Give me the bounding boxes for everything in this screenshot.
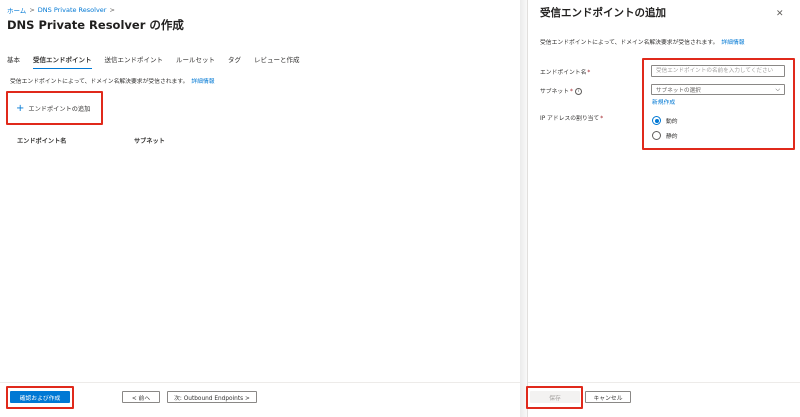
radio-static-label: 静的 <box>666 134 678 140</box>
required-mark: * <box>600 116 604 122</box>
add-endpoint-button[interactable]: + エンドポイントの追加 <box>16 102 91 114</box>
inbound-description: 受信エンドポイントによって、ドメイン名解決要求が受信されます。 詳細情報 <box>10 76 215 85</box>
endpoint-name-label-text: エンドポイント名 <box>540 70 587 76</box>
subnet-label-text: サブネット <box>540 89 569 95</box>
tab-review-create[interactable]: レビューと作成 <box>254 54 300 69</box>
panel-learn-more-link[interactable]: 詳細情報 <box>721 40 744 46</box>
required-mark: * <box>587 70 591 76</box>
ip-dynamic-option[interactable]: 動的 <box>652 116 678 125</box>
close-icon[interactable]: ✕ <box>776 9 784 19</box>
add-endpoint-label: エンドポイントの追加 <box>28 106 91 113</box>
radio-dynamic-label: 動的 <box>666 119 678 125</box>
breadcrumb-dns-private-resolver[interactable]: DNS Private Resolver <box>38 6 107 14</box>
column-header-subnet[interactable]: サブネット <box>134 136 165 145</box>
breadcrumb-separator: > <box>29 6 35 14</box>
panel-description: 受信エンドポイントによって、ドメイン名解決要求が受信されます。 詳細情報 <box>540 37 745 46</box>
endpoint-name-input[interactable] <box>651 65 785 77</box>
tab-tags[interactable]: タグ <box>228 54 241 69</box>
learn-more-link[interactable]: 詳細情報 <box>191 79 214 85</box>
column-header-endpoint-name[interactable]: エンドポイント名 <box>17 136 67 145</box>
more-options-icon[interactable]: ··· <box>150 19 161 28</box>
review-create-button[interactable]: 確認および作成 <box>10 391 70 403</box>
ip-assignment-label: IP アドレスの割り当て* <box>540 113 603 122</box>
wizard-tabs: 基本 受信エンドポイント 送信エンドポイント ルールセット タグ レビューと作成 <box>7 54 313 69</box>
ip-static-option[interactable]: 静的 <box>652 131 678 140</box>
panel-footer-divider <box>528 382 800 383</box>
breadcrumb: ホーム > DNS Private Resolver > <box>7 5 115 15</box>
next-outbound-endpoints-button[interactable]: 次: Outbound Endpoints > <box>167 391 257 403</box>
subnet-label: サブネット* i <box>540 86 582 95</box>
plus-icon: + <box>16 102 25 114</box>
panel-title: 受信エンドポイントの追加 <box>540 7 666 19</box>
breadcrumb-separator: > <box>109 6 115 14</box>
tab-outbound-endpoints[interactable]: 送信エンドポイント <box>105 54 164 69</box>
create-resolver-blade: ホーム > DNS Private Resolver > DNS Private… <box>0 0 520 417</box>
tab-inbound-endpoints[interactable]: 受信エンドポイント <box>33 54 92 69</box>
required-mark: * <box>570 89 573 95</box>
save-button[interactable]: 保存 <box>530 391 580 403</box>
endpoint-name-label: エンドポイント名* <box>540 67 590 76</box>
tab-rulesets[interactable]: ルールセット <box>176 54 215 69</box>
inbound-description-text: 受信エンドポイントによって、ドメイン名解決要求が受信されます。 <box>10 79 189 85</box>
create-new-subnet-link[interactable]: 新規作成 <box>652 97 675 106</box>
subnet-dropdown[interactable]: サブネットの選択 ⌵ <box>651 84 785 95</box>
breadcrumb-home[interactable]: ホーム <box>7 5 26 15</box>
radio-dynamic[interactable] <box>652 116 661 125</box>
ip-assignment-label-text: IP アドレスの割り当て <box>540 116 600 122</box>
panel-description-text: 受信エンドポイントによって、ドメイン名解決要求が受信されます。 <box>540 40 719 46</box>
add-inbound-endpoint-panel: 受信エンドポイントの追加 ✕ 受信エンドポイントによって、ドメイン名解決要求が受… <box>527 0 800 417</box>
info-icon[interactable]: i <box>574 88 582 95</box>
cancel-button[interactable]: キャンセル <box>585 391 631 403</box>
radio-static[interactable] <box>652 131 661 140</box>
chevron-down-icon: ⌵ <box>775 85 780 93</box>
footer-divider <box>0 382 520 383</box>
tab-basics[interactable]: 基本 <box>7 54 20 69</box>
subnet-dropdown-value: サブネットの選択 <box>656 87 701 94</box>
previous-button[interactable]: < 前へ <box>122 391 160 403</box>
